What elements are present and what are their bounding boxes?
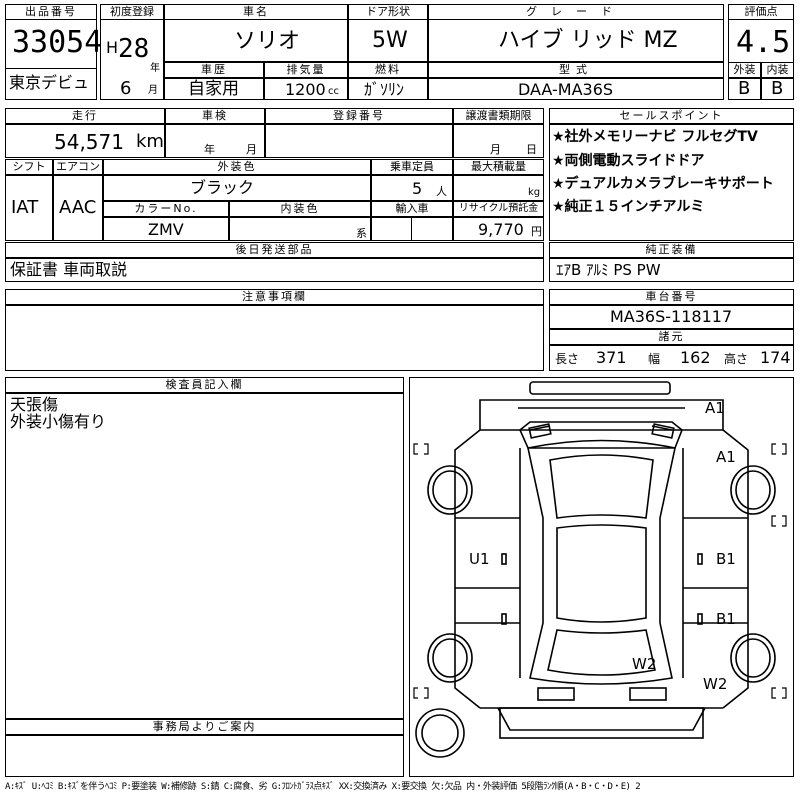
dims-label: 諸元	[549, 329, 794, 345]
displacement: 1200	[285, 80, 326, 99]
transfer-label: 譲渡書類期限	[453, 108, 544, 124]
lot-label: 出品番号	[5, 4, 97, 20]
inspection-label: 車検	[165, 108, 265, 124]
fuel-label: 燃料	[348, 62, 428, 78]
color: ブラック	[190, 178, 255, 197]
regno-label: 登録番号	[265, 108, 453, 124]
import-box	[371, 217, 453, 241]
transfer-day-unit: 日	[526, 143, 537, 156]
reg-year: 28	[118, 34, 150, 64]
history-label: 車歴	[164, 62, 264, 78]
sales-point: ★両側電動スライドドア	[552, 153, 705, 169]
year-unit: 年	[150, 63, 160, 74]
lot-number: 33054	[12, 25, 103, 60]
damage-mark: W2	[703, 675, 728, 693]
transfer-month-unit: 月	[490, 143, 501, 156]
height: 174	[760, 348, 791, 367]
model-label: 型式	[428, 62, 724, 78]
dims-box	[549, 345, 794, 371]
score: 4.5	[736, 25, 791, 60]
mileage-unit: km	[136, 131, 164, 152]
capacity: 5	[412, 179, 423, 198]
model: DAA-MA36S	[518, 80, 614, 99]
ac-label: エアコン	[53, 159, 103, 175]
recycle-label: リサイクル預託金	[453, 201, 544, 217]
length: 371	[596, 348, 627, 367]
chassis-label: 車台番号	[549, 289, 794, 305]
sales-label: セールスポイント	[549, 108, 794, 124]
load-label: 最大積載量	[453, 159, 544, 175]
shift: IAT	[11, 197, 39, 218]
office-box	[5, 735, 404, 777]
displacement-label: 排気量	[264, 62, 348, 78]
capacity-unit: 人	[436, 185, 447, 198]
history: 自家用	[188, 79, 239, 99]
interior-color-suffix: 系	[356, 227, 367, 240]
car-name: ソリオ	[234, 29, 301, 54]
first-reg-label: 初度登録	[100, 4, 164, 20]
caution-box	[5, 305, 544, 371]
recycle: 9,770	[478, 220, 524, 239]
caution-label: 注意事項欄	[5, 289, 544, 305]
inspector-label: 検査員記入欄	[5, 377, 404, 393]
color-label: 外装色	[103, 159, 371, 175]
regno-box	[265, 124, 453, 158]
cc-unit: cc	[328, 86, 339, 97]
sales-point: ★社外メモリーナビ フルセグTV	[552, 129, 758, 145]
load-unit: kg	[528, 187, 541, 198]
damage-mark: A1	[705, 399, 725, 417]
legend: A:ｷｽﾞ U:ﾍｺﾐ B:ｷｽﾞを伴うﾍｺﾐ P:要塗装 W:補修跡 S:錆 …	[5, 782, 641, 792]
grade: ハイブ リッド MZ	[498, 28, 678, 53]
damage-mark: B1	[716, 610, 736, 628]
interior-color-label: 内装色	[229, 201, 371, 217]
ac: AAC	[59, 197, 97, 218]
car-diagram	[409, 377, 794, 777]
width-label: 幅	[648, 352, 661, 366]
int-grade: B	[771, 78, 784, 99]
damage-mark: W2	[632, 655, 657, 673]
int-label: 内装	[761, 62, 794, 78]
inspection-year-unit: 年	[204, 143, 215, 156]
ext-grade: B	[738, 78, 751, 99]
month-unit: 月	[148, 85, 158, 96]
height-label: 高さ	[724, 352, 749, 366]
reg-month: 6	[120, 78, 132, 99]
length-label: 長さ	[555, 352, 580, 366]
width: 162	[680, 348, 711, 367]
mileage-label: 走行	[5, 108, 165, 124]
shift-label: シフト	[5, 159, 53, 175]
damage-mark: A1	[716, 448, 736, 466]
inspector-line: 天張傷	[10, 395, 59, 414]
door-type: 5W	[372, 28, 408, 53]
door-label: ドア形状	[348, 4, 428, 20]
capacity-label: 乗車定員	[371, 159, 453, 175]
import-divider	[411, 217, 412, 241]
inspection-month-unit: 月	[246, 143, 257, 156]
equip-label: 純正装備	[549, 242, 794, 258]
recycle-unit: 円	[531, 225, 542, 238]
import-label: 輸入車	[371, 201, 453, 217]
grade-label: グレード	[428, 4, 724, 20]
color-no-label: カラーNo.	[103, 201, 229, 217]
later-parts-label: 後日発送部品	[5, 242, 544, 258]
inspector-line: 外装小傷有り	[10, 412, 107, 431]
car-name-label: 車名	[164, 4, 348, 20]
damage-mark: B1	[716, 550, 736, 568]
inspector-box	[5, 393, 404, 719]
debut-label: 東京デビュ	[9, 73, 90, 92]
sales-point: ★デュアルカメラブレーキサポート	[552, 176, 774, 192]
office-label: 事務局よりご案内	[5, 719, 404, 735]
interior-color-box	[229, 217, 371, 241]
color-no: ZMV	[148, 220, 184, 239]
era: H	[106, 38, 119, 57]
damage-mark: U1	[469, 550, 490, 568]
fuel: ｶﾞｿﾘﾝ	[364, 80, 405, 99]
ext-label: 外装	[728, 62, 761, 78]
chassis-number: MA36S-118117	[610, 307, 733, 326]
later-parts: 保証書 車両取説	[10, 260, 128, 279]
mileage: 54,571	[54, 130, 124, 154]
equip: ｴｱB ｱﾙﾐ PS PW	[556, 261, 661, 279]
sales-point: ★純正１５インチアルミ	[552, 199, 705, 215]
score-label: 評価点	[728, 4, 794, 20]
